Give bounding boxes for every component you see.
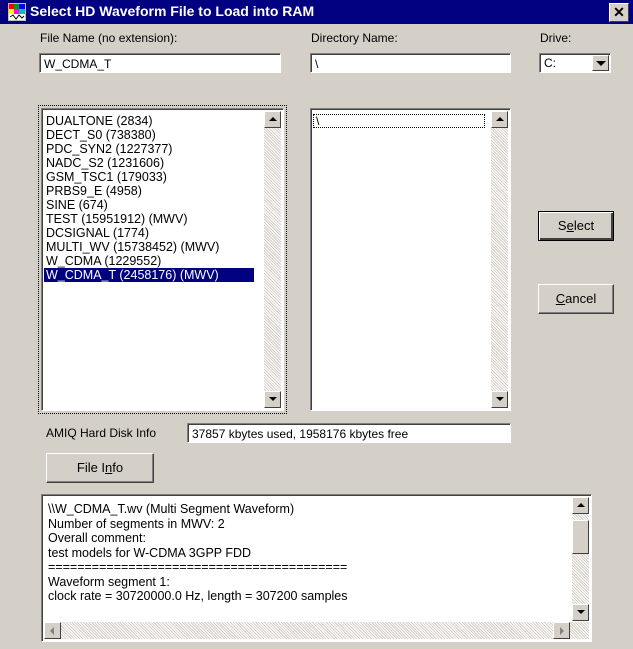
directory-name-label: Directory Name: xyxy=(311,31,398,45)
file-info-textarea[interactable]: \\W_CDMA_T.wv (Multi Segment Waveform) Nu… xyxy=(41,494,592,642)
arrow-down-icon xyxy=(577,610,585,614)
select-button-label-rest: lect xyxy=(573,218,595,233)
file-info-line: Overall comment: xyxy=(48,531,146,545)
file-list-item[interactable]: GSM_TSC1 (179033) xyxy=(44,170,254,184)
arrow-left-icon xyxy=(50,627,54,635)
arrow-up-icon xyxy=(496,117,504,121)
drive-select-value: C: xyxy=(544,56,556,70)
chevron-down-icon xyxy=(596,61,606,66)
file-info-text: \\W_CDMA_T.wv (Multi Segment Waveform) Nu… xyxy=(48,502,563,604)
arrow-right-icon xyxy=(560,627,564,635)
drive-label: Drive: xyxy=(540,31,572,45)
drive-select[interactable]: C: xyxy=(539,53,611,73)
file-list[interactable]: DUALTONE (2834) DECT_S0 (738380) PDC_SYN2 … xyxy=(41,108,284,411)
scroll-down-button[interactable] xyxy=(572,604,589,621)
scroll-up-button[interactable] xyxy=(572,497,589,514)
scroll-thumb[interactable] xyxy=(572,520,589,554)
cancel-button[interactable]: Cancel xyxy=(538,284,614,314)
scroll-down-button[interactable] xyxy=(264,391,281,408)
select-button[interactable]: Select xyxy=(538,211,614,241)
file-list-item[interactable]: W_CDMA (1229552) xyxy=(44,254,254,268)
file-name-input[interactable]: W_CDMA_T xyxy=(39,53,281,73)
disk-info-label: AMIQ Hard Disk Info xyxy=(46,426,157,440)
arrow-down-icon xyxy=(496,397,504,401)
info-vertical-scrollbar[interactable] xyxy=(572,497,589,621)
directory-list-item-label: \ xyxy=(316,114,320,128)
file-list-item[interactable]: MULTI_WV (15738452) (MWV) xyxy=(44,240,254,254)
file-list-item[interactable]: DUALTONE (2834) xyxy=(44,114,254,128)
file-info-line: clock rate = 30720000.0 Hz, length = 307… xyxy=(48,589,348,603)
close-icon: ✕ xyxy=(613,4,625,20)
file-info-line: test models for W-CDMA 3GPP FDD xyxy=(48,545,252,560)
file-info-line: \\W_CDMA_T.wv (Multi Segment Waveform) xyxy=(48,502,295,516)
file-list-item[interactable]: PDC_SYN2 (1227377) xyxy=(44,142,254,156)
cancel-button-mnemonic: C xyxy=(555,291,566,306)
file-list-item[interactable]: PRBS9_E (4958) xyxy=(44,184,254,198)
file-list-item[interactable]: SINE (674) xyxy=(44,198,254,212)
file-info-line: Waveform segment 1: xyxy=(48,574,170,589)
arrow-down-icon xyxy=(269,397,277,401)
scroll-down-button[interactable] xyxy=(491,391,508,408)
directory-list[interactable]: \ xyxy=(310,108,511,411)
file-list-item[interactable]: DECT_S0 (738380) xyxy=(44,128,254,142)
file-name-label: File Name (no extension): xyxy=(40,31,178,45)
scroll-right-button[interactable] xyxy=(553,622,570,639)
select-button-mnemonic: e xyxy=(566,218,574,233)
arrow-up-icon xyxy=(269,117,277,121)
disk-info-field: 37857 kbytes used, 1958176 kbytes free xyxy=(187,423,511,443)
directory-list-item[interactable]: \ xyxy=(313,114,485,128)
window-title: Select HD Waveform File to Load into RAM xyxy=(30,3,315,19)
file-info-button-label-rest: fo xyxy=(112,460,124,475)
file-list-items: DUALTONE (2834) DECT_S0 (738380) PDC_SYN2 … xyxy=(44,114,254,282)
scroll-up-button[interactable] xyxy=(264,111,281,128)
cancel-button-label-rest: ancel xyxy=(565,291,597,306)
select-button-label: S xyxy=(557,218,567,233)
file-info-button[interactable]: File Info xyxy=(46,453,154,483)
scroll-up-button[interactable] xyxy=(491,111,508,128)
scroll-left-button[interactable] xyxy=(44,622,61,639)
title-bar: Select HD Waveform File to Load into RAM… xyxy=(0,0,633,24)
info-horizontal-scrollbar[interactable] xyxy=(44,622,589,639)
file-list-item[interactable]: DCSIGNAL (1774) xyxy=(44,226,254,240)
file-list-item[interactable]: TEST (15951912) (MWV) xyxy=(44,212,254,226)
file-list-item[interactable]: NADC_S2 (1231606) xyxy=(44,156,254,170)
file-list-item[interactable]: W_CDMA_T (2458176) (MWV) xyxy=(44,268,254,282)
close-button[interactable]: ✕ xyxy=(609,3,629,22)
directory-list-scrollbar[interactable] xyxy=(491,111,508,408)
directory-name-input[interactable]: \ xyxy=(310,53,511,73)
file-info-line: Number of segments in MWV: 2 xyxy=(48,516,225,531)
drive-dropdown-button[interactable] xyxy=(592,55,609,71)
file-info-button-label: File I xyxy=(76,460,106,475)
arrow-up-icon xyxy=(577,503,585,507)
file-info-line: ========================================… xyxy=(48,560,348,574)
file-list-scrollbar[interactable] xyxy=(264,111,281,408)
app-icon xyxy=(8,3,26,21)
